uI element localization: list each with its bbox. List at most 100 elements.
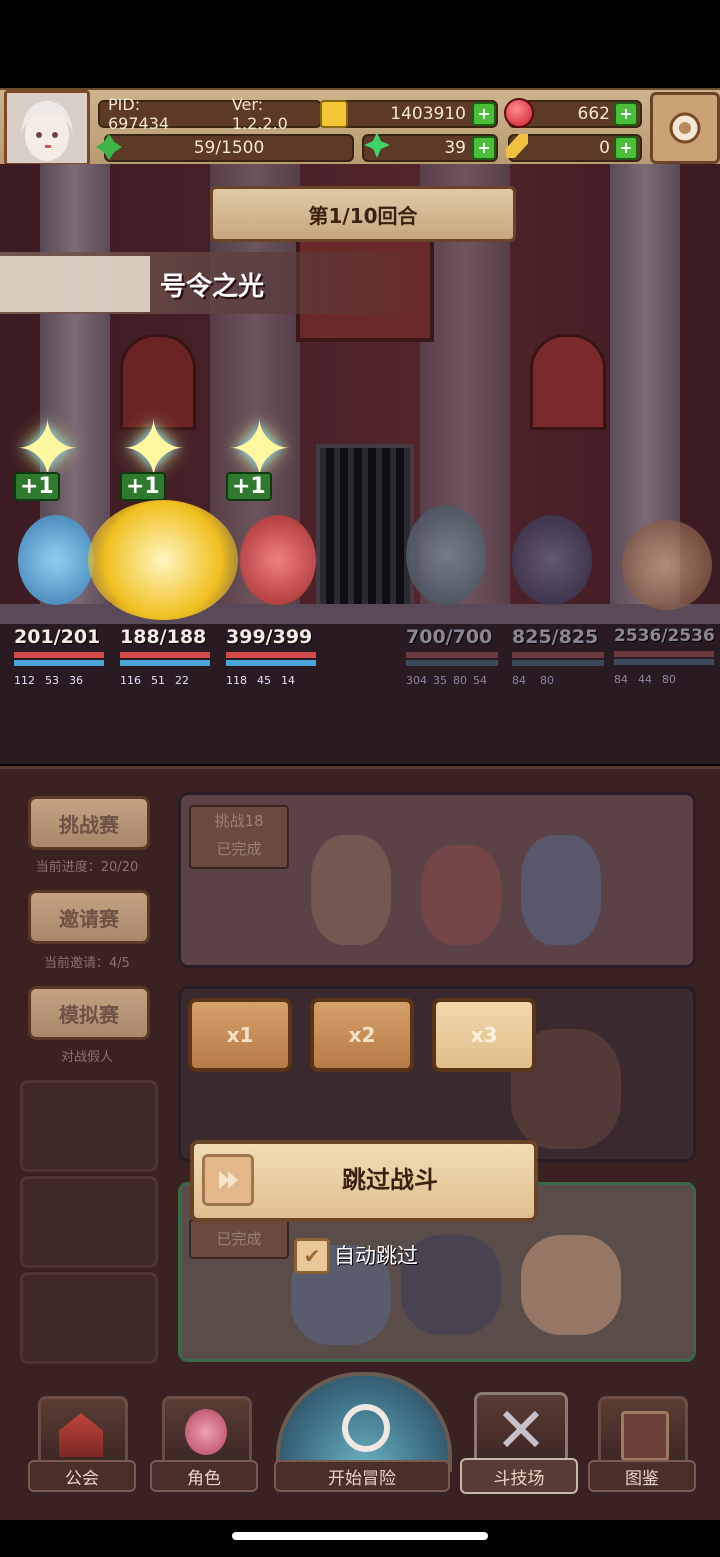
enemy-hp-text: 700/700 bbox=[406, 626, 493, 648]
settings-button[interactable] bbox=[650, 92, 720, 164]
atk-stat: 112 bbox=[14, 674, 35, 687]
gear-icon bbox=[669, 112, 701, 144]
challenge-progress: 当前进度：20/20 bbox=[35, 860, 139, 875]
nav-characters[interactable] bbox=[162, 1396, 252, 1470]
nav-guild[interactable] bbox=[38, 1396, 128, 1470]
def-stat: 51 bbox=[151, 674, 165, 687]
ally-hero-3[interactable] bbox=[240, 515, 316, 605]
skill-name: 号令之光 bbox=[160, 272, 265, 302]
enemy-stat: 304 bbox=[406, 674, 427, 687]
nav-guild-label[interactable]: 公会 bbox=[28, 1460, 136, 1492]
enemy-hp-text: 825/825 bbox=[512, 626, 599, 648]
stamina-bar: 59/1500 bbox=[104, 134, 354, 162]
enemy-status-2: 825/825 84 80 bbox=[512, 626, 604, 687]
enemy-stat: 44 bbox=[638, 673, 652, 686]
add-gem-icon[interactable]: + bbox=[614, 102, 638, 126]
ally-stats: 112 53 36 bbox=[14, 674, 104, 687]
opponent-sprite bbox=[521, 1235, 621, 1335]
crossed-swords-icon bbox=[501, 1409, 541, 1449]
add-gold-icon[interactable]: + bbox=[472, 102, 496, 126]
enemy-stat: 80 bbox=[540, 674, 554, 687]
enemy-hp-text: 2536/2536 bbox=[614, 626, 715, 646]
nav-codex[interactable] bbox=[598, 1396, 688, 1470]
speed-x1-button[interactable]: x1 bbox=[188, 998, 292, 1072]
nav-characters-label[interactable]: 角色 bbox=[150, 1460, 258, 1492]
opponent-sprite bbox=[311, 835, 391, 945]
enemy-2[interactable] bbox=[512, 515, 592, 605]
enemy-status-1: 700/700 304 35 80 54 bbox=[406, 626, 498, 687]
match-card-1[interactable]: 挑战18 已完成 bbox=[178, 792, 696, 968]
empty-tab-slot bbox=[20, 1080, 158, 1172]
home-indicator[interactable] bbox=[232, 1532, 488, 1540]
ally-hp-text: 399/399 bbox=[226, 626, 313, 648]
nav-codex-label[interactable]: 图鉴 bbox=[588, 1460, 696, 1492]
gem-value: 662 bbox=[577, 104, 610, 124]
buff-plus-badge: +1 bbox=[14, 472, 60, 501]
ally-hp-bar bbox=[226, 652, 316, 658]
clover-value: 39 bbox=[444, 138, 466, 158]
gold-coin-icon bbox=[320, 100, 348, 128]
enemy-stat: 80 bbox=[453, 674, 467, 687]
ally-stats: 116 51 22 bbox=[120, 674, 210, 687]
enemy-mp-bar bbox=[614, 659, 714, 665]
ally-hp-bar bbox=[120, 652, 210, 658]
enemy-stat: 80 bbox=[662, 673, 676, 686]
player-avatar[interactable] bbox=[4, 90, 90, 166]
completed-label: 已完成 bbox=[216, 840, 262, 858]
ticket-value: 0 bbox=[599, 138, 610, 158]
spd-stat: 14 bbox=[281, 674, 295, 687]
stamina-value: 59/1500 bbox=[193, 138, 265, 158]
def-stat: 45 bbox=[257, 674, 271, 687]
enemy-stat: 84 bbox=[614, 673, 628, 686]
enemy-stat: 35 bbox=[433, 674, 447, 687]
opponent-sprite bbox=[521, 835, 601, 945]
enemy-stats: 84 80 bbox=[512, 674, 604, 687]
auto-skip-checkbox[interactable]: ✔ bbox=[294, 1238, 330, 1274]
enemy-hp-bar bbox=[406, 652, 498, 658]
skip-battle-button[interactable]: 跳过战斗 bbox=[190, 1140, 538, 1222]
tab-challenge-label: 挑战赛 bbox=[59, 812, 119, 837]
nav-arena-label[interactable]: 斗技场 bbox=[460, 1458, 578, 1494]
skip-battle-label: 跳过战斗 bbox=[342, 1165, 438, 1194]
speed-x2-label: x2 bbox=[348, 1023, 376, 1047]
tab-invitation-label: 邀请赛 bbox=[59, 906, 119, 931]
buff-plus-badge: +1 bbox=[226, 472, 272, 501]
guild-building-icon bbox=[59, 1413, 103, 1457]
invitation-progress: 当前邀请：4/5 bbox=[44, 956, 130, 971]
add-clover-icon[interactable]: + bbox=[472, 136, 496, 160]
fast-forward-icon bbox=[202, 1154, 254, 1206]
enemy-1[interactable] bbox=[406, 505, 486, 605]
match-status-tag: 挑战18 已完成 bbox=[189, 805, 289, 869]
enemy-3[interactable] bbox=[622, 520, 712, 610]
add-ticket-icon[interactable]: + bbox=[614, 136, 638, 160]
completed-tag: 已完成 bbox=[189, 1219, 289, 1259]
ally-stats: 118 45 14 bbox=[226, 674, 316, 687]
atk-stat: 118 bbox=[226, 674, 247, 687]
ruby-icon bbox=[504, 98, 534, 128]
speed-x2-button[interactable]: x2 bbox=[310, 998, 414, 1072]
speed-x1-label: x1 bbox=[226, 1023, 254, 1047]
gold-value: 1403910 bbox=[390, 104, 466, 124]
round-banner: 第1/10回合 bbox=[210, 186, 516, 242]
ally-hero-2[interactable] bbox=[88, 500, 238, 620]
checkmark-icon: ✔ bbox=[303, 1244, 321, 1268]
tab-invitation[interactable]: 邀请赛 bbox=[28, 890, 150, 944]
tab-simulation[interactable]: 模拟赛 bbox=[28, 986, 150, 1040]
tab-challenge[interactable]: 挑战赛 bbox=[28, 796, 150, 850]
enemy-mp-bar bbox=[406, 660, 498, 666]
speed-x3-button[interactable]: x3 bbox=[432, 998, 536, 1072]
tab-simulation-label: 模拟赛 bbox=[59, 1002, 119, 1027]
ally-status-1: 201/201 112 53 36 bbox=[14, 626, 104, 687]
ally-mp-bar bbox=[226, 660, 316, 666]
pid-text: PID: 697434 bbox=[108, 95, 170, 133]
enemy-hp-bar bbox=[512, 652, 604, 658]
ally-hero-1[interactable] bbox=[18, 515, 94, 605]
id-version-panel: PID: 697434 Ver: 1.2.2.0 bbox=[98, 95, 322, 133]
empty-tab-slot bbox=[20, 1272, 158, 1364]
nav-start-adventure-label[interactable]: 开始冒险 bbox=[274, 1460, 450, 1492]
spd-stat: 36 bbox=[69, 674, 83, 687]
speed-x3-label: x3 bbox=[470, 1023, 498, 1047]
version-text: Ver: 1.2.2.0 bbox=[231, 95, 288, 133]
magnifier-icon bbox=[342, 1404, 390, 1452]
def-stat: 53 bbox=[45, 674, 59, 687]
